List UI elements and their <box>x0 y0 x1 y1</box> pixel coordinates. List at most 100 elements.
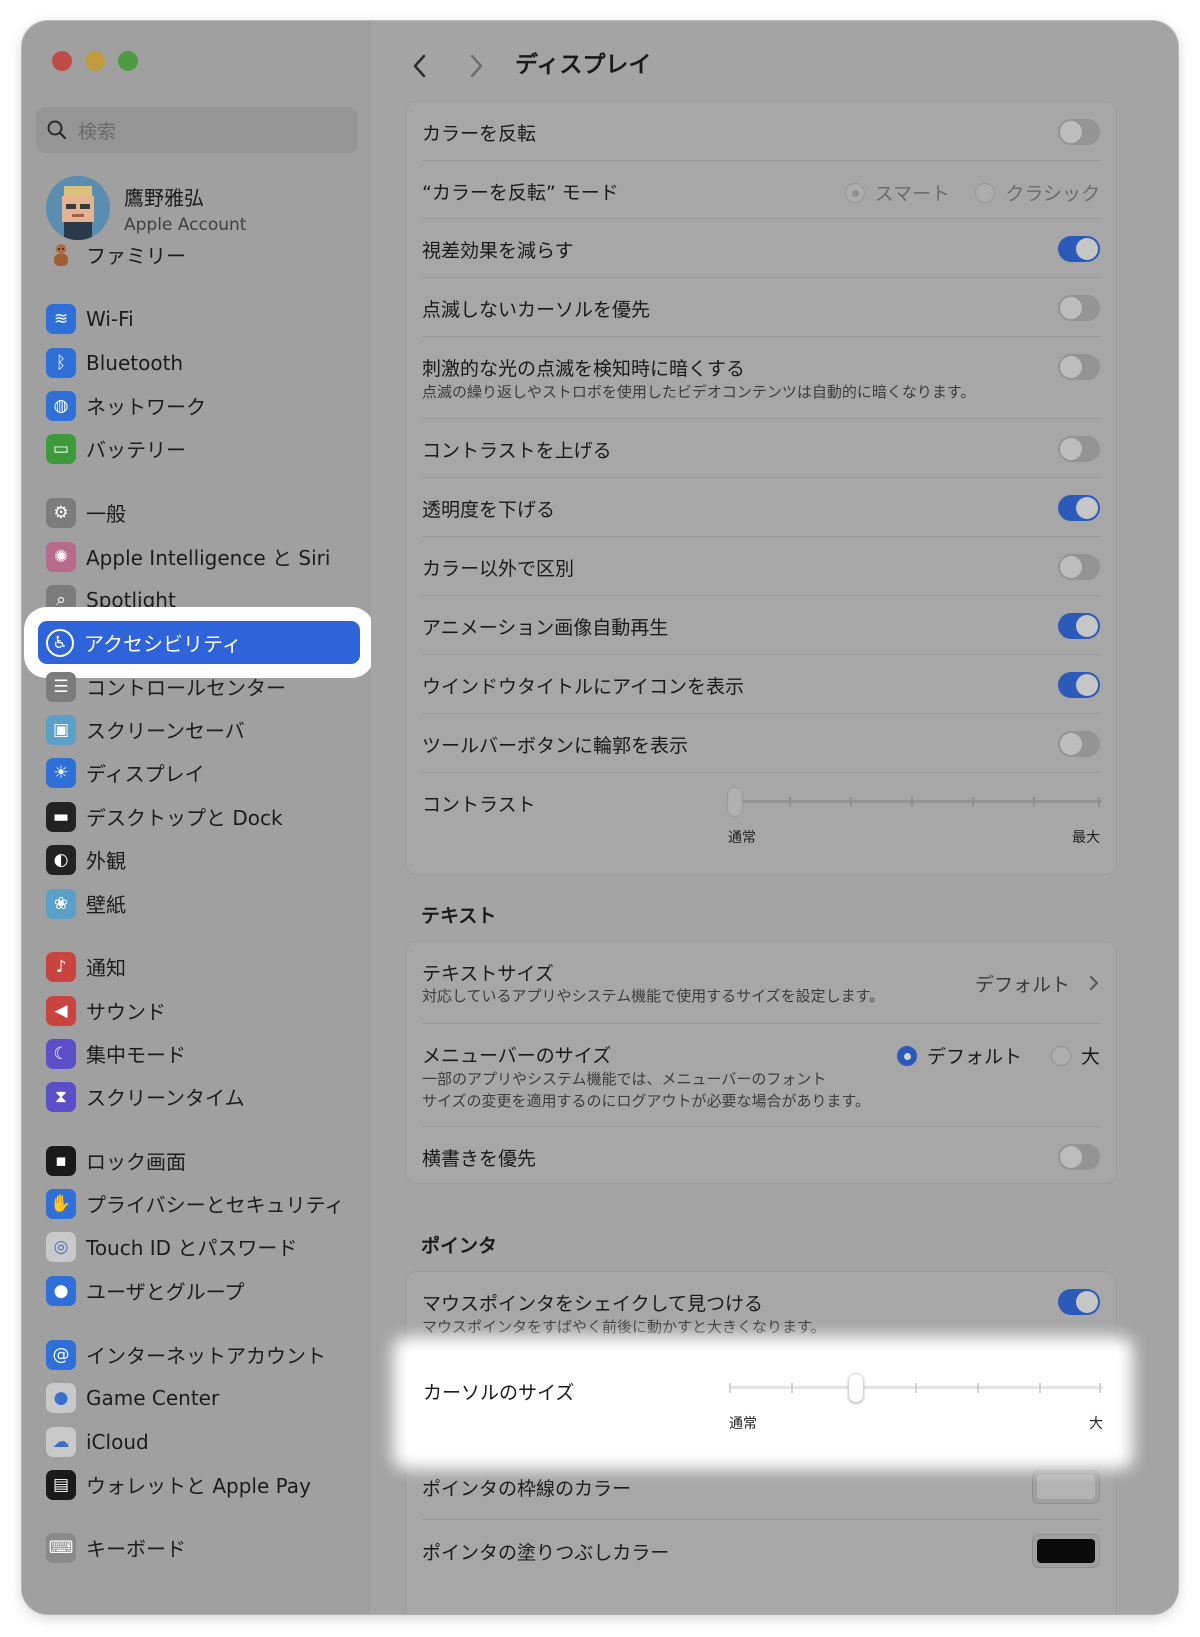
sidebar-item-label: ウォレットと Apple Pay <box>86 1474 311 1498</box>
sidebar-item-label: Spotlight <box>86 587 176 612</box>
display-card: カラーを反転 “カラーを反転” モード スマート クラシック 視差効果を減らす … <box>405 101 1117 875</box>
back-chevron-icon[interactable] <box>409 51 431 81</box>
sidebar-item-label: スクリーンタイム <box>86 1086 245 1110</box>
window-title-icons-toggle[interactable] <box>1058 672 1100 698</box>
spotlight-icon: ⌕ <box>46 584 76 615</box>
hand-icon: ✋ <box>46 1188 76 1219</box>
row-reduce-motion: 視差効果を減らす <box>422 219 1100 278</box>
outline-color-well[interactable] <box>1032 1470 1100 1504</box>
animated-images-toggle[interactable] <box>1058 613 1100 639</box>
sidebar-item-label: 外観 <box>86 849 126 873</box>
contrast-slider-knob[interactable] <box>727 787 743 817</box>
menubar-size-large-radio[interactable]: 大 <box>1050 1042 1100 1069</box>
sidebar-item-label: ユーザとグループ <box>86 1280 245 1304</box>
accessibility-icon: ♿ <box>46 628 74 657</box>
dim-flashing-toggle[interactable] <box>1058 354 1100 380</box>
sidebar-item-dock[interactable]: ▬ デスクトップと Dock <box>38 795 360 838</box>
keyboard-icon: ⌨ <box>46 1532 76 1563</box>
row-non-blink-cursor: 点滅しないカーソルを優先 <box>422 278 1100 337</box>
row-text-size[interactable]: テキストサイズ 対応しているアプリやシステム機能で使用するサイズを設定します。 … <box>422 942 1100 1024</box>
family-icon <box>46 240 76 270</box>
sidebar-item-label: ディスプレイ <box>86 762 205 786</box>
sidebar-item-label: インターネットアカウント <box>86 1344 326 1368</box>
sidebar-item-keyboard[interactable]: ⌨ キーボード <box>38 1526 360 1569</box>
toolbar-shapes-toggle[interactable] <box>1058 731 1100 757</box>
speaker-icon: ◀ <box>46 995 76 1026</box>
sidebar-item-users[interactable]: ● ユーザとグループ <box>38 1269 360 1312</box>
sidebar-item-at[interactable]: @ インターネットアカウント <box>38 1333 360 1376</box>
row-fill-color: ポインタの塗りつぶしカラー <box>422 1520 1100 1584</box>
pointer-section-heading: ポインタ <box>421 1235 498 1257</box>
sidebar-item-family[interactable]: ファミリー <box>38 233 360 276</box>
contrast-slider[interactable] <box>727 787 1102 817</box>
forward-chevron-icon[interactable] <box>465 51 487 81</box>
invert-mode-smart-radio[interactable]: スマート <box>844 179 950 206</box>
sidebar-item-display[interactable]: ☀ ディスプレイ <box>38 751 360 794</box>
lock-icon: ▪ <box>46 1145 76 1176</box>
sidebar-item-gear[interactable]: ⚙ 一般 <box>38 491 360 534</box>
row-cursor-size: カーソルのサイズ 通常 大 <box>407 1351 1119 1455</box>
sidebar-item-label: プライバシーとセキュリティ <box>86 1193 345 1217</box>
battery-icon: ▭ <box>46 433 76 464</box>
appearance-icon: ◐ <box>46 844 76 875</box>
main-pane: ディスプレイ カラーを反転 “カラーを反転” モード スマート クラシック 視差… <box>371 21 1178 1614</box>
chevron-right-icon <box>1090 976 1098 990</box>
sidebar-item-label: 集中モード <box>86 1043 186 1067</box>
row-contrast: コントラスト 通常 最大 <box>422 773 1102 865</box>
fill-color-well[interactable] <box>1032 1534 1100 1568</box>
sidebar-item-hand[interactable]: ✋ プライバシーとセキュリティ <box>38 1182 360 1225</box>
sidebar-item-fingerprint[interactable]: ◎ Touch ID とパスワード <box>38 1225 360 1268</box>
prefer-horizontal-toggle[interactable] <box>1058 1144 1100 1170</box>
account-subtitle: Apple Account <box>124 214 247 235</box>
settings-window: 検索 鷹野雅弘 Apple Account ファミリー ≋ Wi-Fi ᛒ Bl… <box>22 21 1178 1614</box>
sidebar-item-label: バッテリー <box>86 438 186 462</box>
avatar <box>46 176 110 240</box>
window-controls <box>52 51 138 71</box>
apple-account[interactable]: 鷹野雅弘 Apple Account <box>46 176 246 240</box>
sidebar-item-lock[interactable]: ▪ ロック画面 <box>38 1139 360 1182</box>
menubar-size-default-radio[interactable]: デフォルト <box>896 1042 1022 1069</box>
sidebar-item-hourglass[interactable]: ⧗ スクリーンタイム <box>38 1075 360 1118</box>
control-center-icon: ☰ <box>46 671 76 702</box>
search-field[interactable]: 検索 <box>36 107 358 153</box>
minimize-button[interactable] <box>85 51 105 71</box>
non-blink-cursor-toggle[interactable] <box>1058 295 1100 321</box>
sidebar-item-label: Touch ID とパスワード <box>86 1236 298 1260</box>
reduce-motion-toggle[interactable] <box>1058 236 1100 262</box>
sidebar-item-cloud[interactable]: ☁ iCloud <box>38 1420 360 1463</box>
sidebar-item-label: デスクトップと Dock <box>86 806 283 830</box>
sidebar-item-label: ロック画面 <box>86 1150 186 1174</box>
sidebar-item-wallet[interactable]: ▤ ウォレットと Apple Pay <box>38 1463 360 1506</box>
sidebar-item-globe[interactable]: ◍ ネットワーク <box>38 384 360 427</box>
sidebar-item-wifi[interactable]: ≋ Wi-Fi <box>38 297 360 340</box>
zoom-button[interactable] <box>118 51 138 71</box>
shake-to-locate-toggle[interactable] <box>1058 1289 1100 1315</box>
reduce-transparency-toggle[interactable] <box>1058 495 1100 521</box>
invert-colors-toggle[interactable] <box>1058 119 1100 145</box>
sidebar-item-battery[interactable]: ▭ バッテリー <box>38 427 360 470</box>
sidebar-item-moon[interactable]: ☾ 集中モード <box>38 1032 360 1075</box>
sidebar-item-speaker[interactable]: ◀ サウンド <box>38 989 360 1032</box>
sidebar-item-game-center[interactable]: ● Game Center <box>38 1376 360 1419</box>
sidebar-item-label: アクセシビリティ <box>84 632 242 656</box>
row-invert-colors: カラーを反転 <box>422 102 1100 161</box>
cursor-size-slider-knob[interactable] <box>848 1373 864 1403</box>
sidebar-item-appearance[interactable]: ◐ 外観 <box>38 838 360 881</box>
invert-mode-classic-radio[interactable]: クラシック <box>975 179 1100 206</box>
increase-contrast-toggle[interactable] <box>1058 436 1100 462</box>
row-menubar-size: メニューバーのサイズ 一部のアプリやシステム機能では、メニューバーのフォント サ… <box>422 1024 1100 1127</box>
sidebar-item-bluetooth[interactable]: ᛒ Bluetooth <box>38 341 360 384</box>
sidebar-item-spotlight[interactable]: ⌕ Spotlight <box>38 578 360 621</box>
cursor-size-slider[interactable] <box>729 1373 1103 1403</box>
sidebar-item-control-center[interactable]: ☰ コントロールセンター <box>38 665 360 708</box>
close-button[interactable] <box>52 51 72 71</box>
sidebar-item-wallpaper[interactable]: ❀ 壁紙 <box>38 882 360 925</box>
row-increase-contrast: コントラストを上げる <box>422 419 1100 478</box>
sidebar-item-bell[interactable]: ♪ 通知 <box>38 945 360 988</box>
sidebar-item-screensaver[interactable]: ▣ スクリーンセーバ <box>38 708 360 751</box>
sidebar-item-label: コントロールセンター <box>86 676 286 700</box>
sidebar-item-accessibility[interactable]: ♿ アクセシビリティ <box>38 621 360 664</box>
row-dim-flashing: 刺激的な光の点滅を検知時に暗くする 点滅の繰り返しやストロボを使用したビデオコン… <box>422 337 1100 419</box>
sidebar-item-siri[interactable]: ✺ Apple Intelligence と Siri <box>38 535 360 578</box>
differentiate-toggle[interactable] <box>1058 554 1100 580</box>
